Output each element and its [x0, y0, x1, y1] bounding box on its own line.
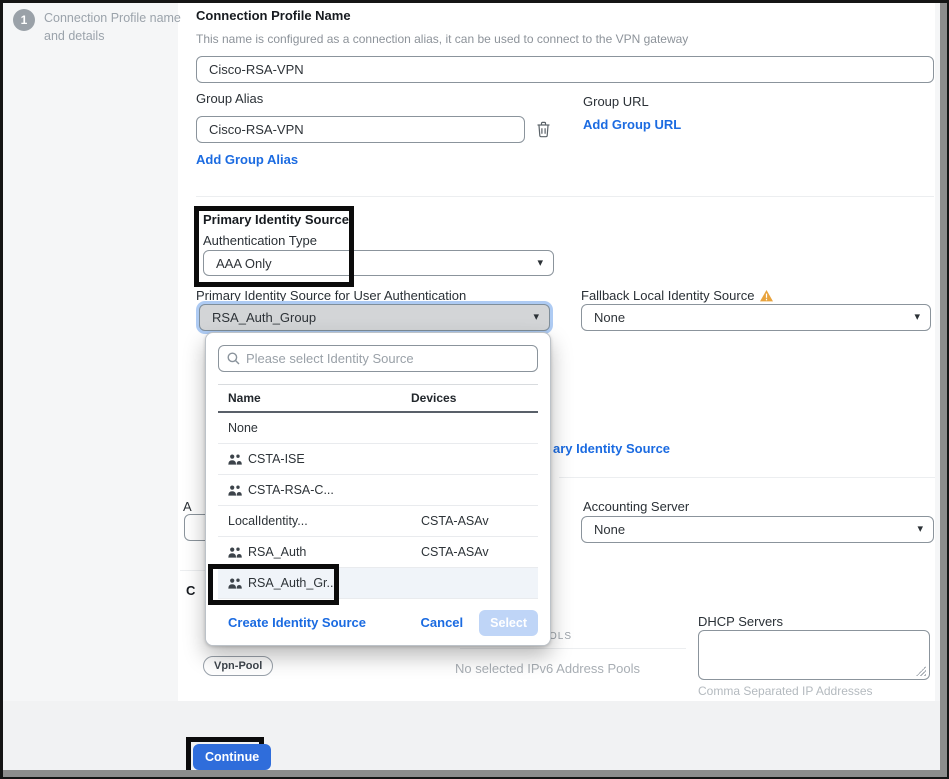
column-header-name: Name	[218, 391, 411, 405]
identity-source-row[interactable]: RSA_Auth_Gr...	[218, 568, 538, 599]
group-icon	[228, 547, 242, 558]
fallback-identity-source-label: Fallback Local Identity Source	[581, 288, 754, 303]
step-number: 1	[21, 13, 28, 27]
window-border-left	[0, 0, 3, 779]
chevron-down-icon: ▾	[917, 524, 923, 535]
delete-group-alias-button[interactable]	[536, 121, 551, 138]
add-group-alias-link[interactable]: Add Group Alias	[196, 152, 298, 167]
group-url-label: Group URL	[583, 94, 649, 109]
fallback-identity-source-value: None	[594, 310, 914, 325]
page-title: Connection Profile Name	[196, 8, 351, 23]
secondary-identity-source-link-fragment[interactable]: ary Identity Source	[553, 441, 670, 456]
chevron-down-icon: ▾	[533, 312, 539, 323]
identity-source-name: CSTA-RSA-C...	[248, 483, 334, 497]
ipv6-pools-divider	[460, 648, 686, 649]
group-alias-label: Group Alias	[196, 91, 263, 106]
group-icon	[228, 485, 242, 496]
primary-identity-source-select[interactable]: RSA_Auth_Group ▾	[199, 304, 550, 331]
identity-source-search-input[interactable]	[246, 351, 529, 366]
search-icon	[227, 352, 240, 365]
identity-source-name: CSTA-ISE	[248, 452, 305, 466]
profile-description: This name is configured as a connection …	[196, 32, 688, 46]
column-header-devices: Devices	[411, 391, 456, 405]
step-indicator: 1	[13, 9, 35, 31]
connection-profile-wizard: 1 Connection Profile name and details Co…	[0, 0, 949, 779]
identity-source-footer: Create Identity Source Cancel Select	[206, 599, 550, 645]
chevron-down-icon: ▾	[914, 312, 920, 323]
connection-profile-name-input[interactable]	[196, 56, 934, 83]
identity-source-row[interactable]: LocalIdentity... CSTA-ASAv	[218, 506, 538, 537]
trash-icon	[536, 121, 551, 138]
ipv6-pools-empty-text: No selected IPv6 Address Pools	[455, 661, 640, 676]
authentication-type-select[interactable]: AAA Only ▾	[203, 250, 554, 276]
section-divider	[196, 196, 934, 197]
identity-source-row[interactable]: None	[218, 413, 538, 444]
primary-identity-source-value: RSA_Auth_Group	[212, 310, 533, 325]
identity-source-row[interactable]: CSTA-ISE	[218, 444, 538, 475]
hidden-label-fragment: A	[183, 499, 192, 514]
window-border-top	[0, 0, 949, 3]
identity-source-device: CSTA-ASAv	[421, 545, 538, 559]
identity-source-name: RSA_Auth_Gr...	[248, 576, 337, 590]
group-icon	[228, 578, 242, 589]
accounting-server-select[interactable]: None ▾	[581, 516, 934, 543]
identity-source-name: LocalIdentity...	[228, 514, 308, 528]
group-alias-input[interactable]	[196, 116, 525, 143]
dhcp-servers-helper: Comma Separated IP Addresses	[698, 684, 873, 698]
primary-identity-source-title: Primary Identity Source	[203, 212, 349, 227]
ipv4-pool-chip[interactable]: Vpn-Pool	[203, 656, 273, 676]
identity-source-dropdown: Name Devices None CSTA-ISE CSTA-RSA-C...…	[205, 332, 551, 646]
identity-source-name: None	[228, 421, 258, 435]
authentication-type-value: AAA Only	[216, 256, 537, 271]
identity-source-list: None CSTA-ISE CSTA-RSA-C... LocalIdentity…	[218, 413, 538, 599]
divider-fragment	[180, 570, 205, 571]
identity-source-table-header: Name Devices	[218, 384, 538, 413]
warning-icon	[760, 290, 773, 302]
select-button[interactable]: Select	[479, 610, 538, 636]
identity-source-device: CSTA-ASAv	[421, 514, 538, 528]
fallback-identity-source-label-row: Fallback Local Identity Source	[581, 288, 773, 303]
chevron-down-icon: ▾	[537, 258, 543, 269]
ipv6-pools-header-fragment: OLS	[549, 631, 572, 642]
identity-source-row[interactable]: CSTA-RSA-C...	[218, 475, 538, 506]
hidden-heading-fragment: C	[186, 583, 195, 598]
ipv4-pool-chip-label: Vpn-Pool	[214, 660, 262, 672]
section-divider	[559, 477, 935, 478]
continue-button[interactable]: Continue	[193, 744, 271, 770]
accounting-server-label: Accounting Server	[583, 499, 689, 514]
accounting-server-value: None	[594, 522, 917, 537]
step-label: Connection Profile name and details	[44, 9, 182, 45]
identity-source-name: RSA_Auth	[248, 545, 306, 559]
primary-identity-source-label: Primary Identity Source for User Authent…	[196, 288, 466, 303]
create-identity-source-link[interactable]: Create Identity Source	[228, 615, 366, 630]
identity-source-row[interactable]: RSA_Auth CSTA-ASAv	[218, 537, 538, 568]
cancel-button[interactable]: Cancel	[421, 615, 464, 630]
dhcp-servers-label: DHCP Servers	[698, 614, 783, 629]
resize-handle[interactable]	[916, 666, 926, 676]
group-icon	[228, 454, 242, 465]
dhcp-servers-textarea[interactable]	[698, 630, 930, 680]
identity-source-search[interactable]	[218, 345, 538, 372]
bottom-background	[0, 701, 949, 779]
authentication-type-label: Authentication Type	[203, 233, 317, 248]
fallback-identity-source-select[interactable]: None ▾	[581, 304, 931, 331]
add-group-url-link[interactable]: Add Group URL	[583, 117, 681, 132]
